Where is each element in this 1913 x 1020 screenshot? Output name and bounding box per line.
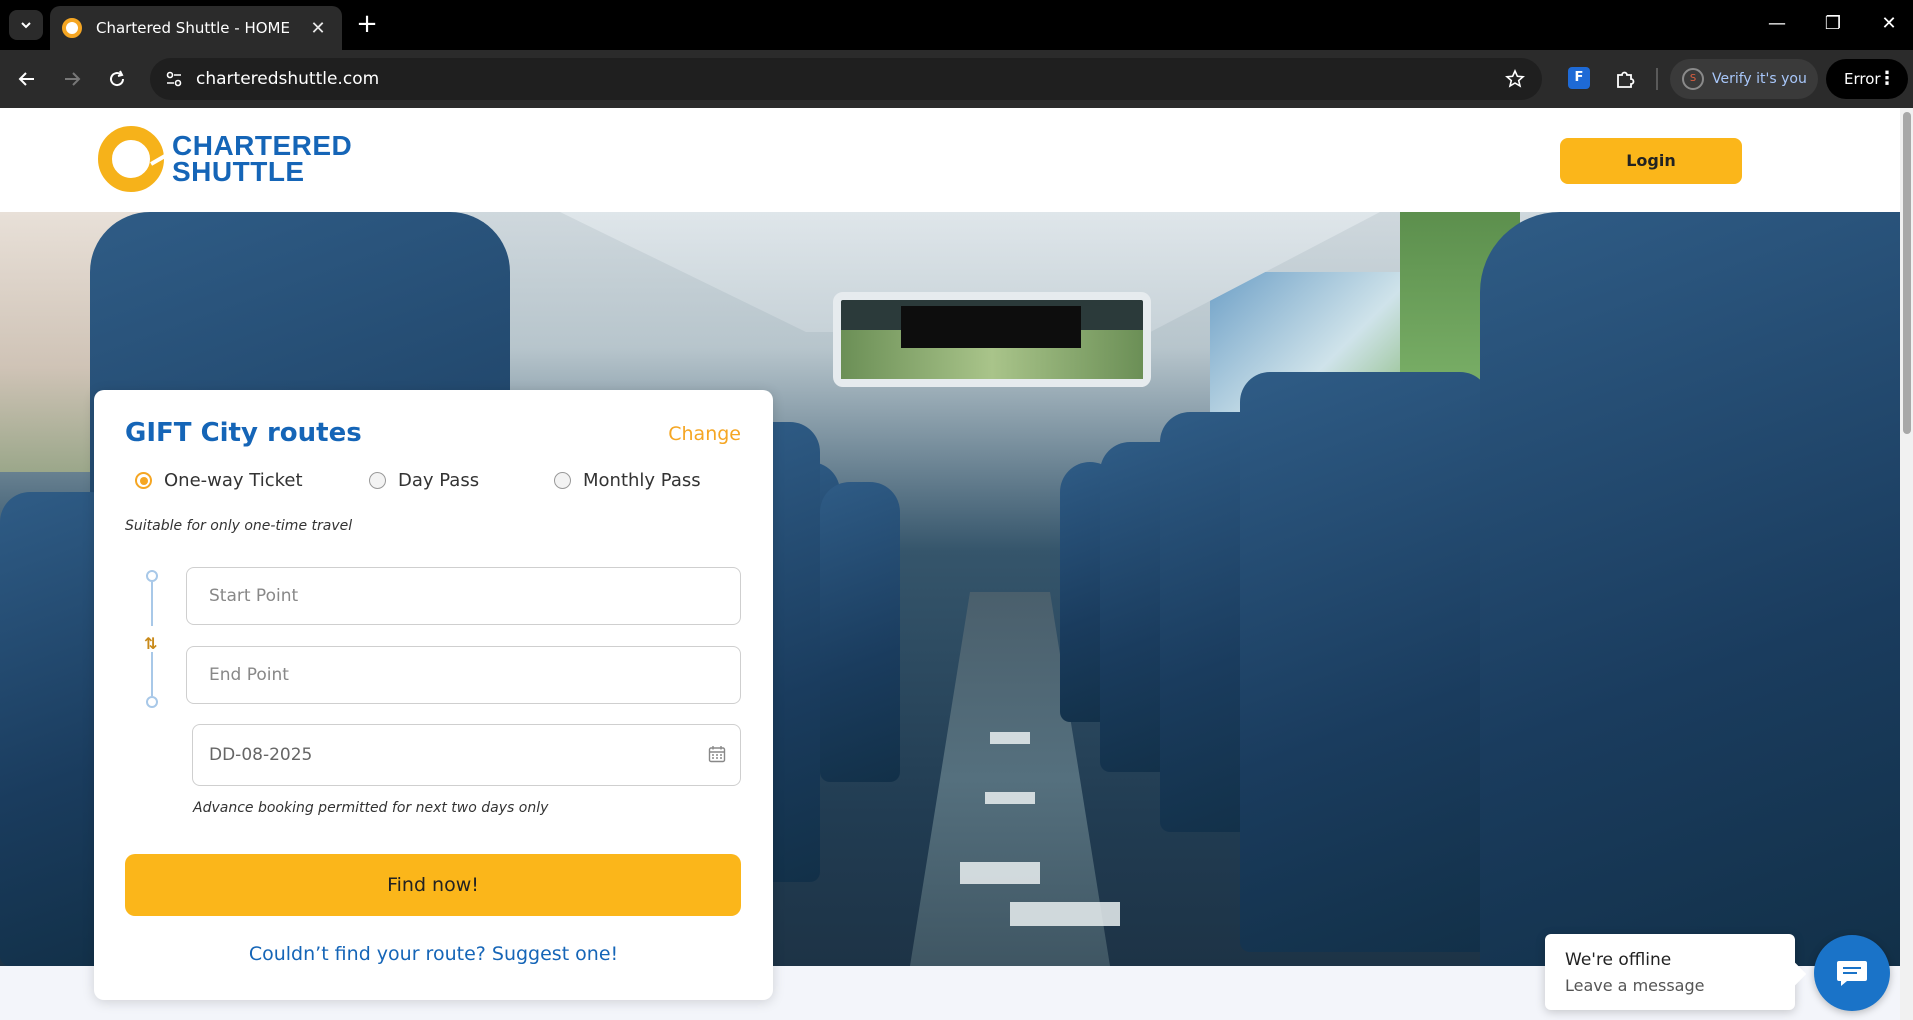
site-logo[interactable]: CHARTERED SHUTTLE (98, 126, 352, 192)
logo-line-2: SHUTTLE (172, 156, 305, 187)
hero-rear-window (833, 292, 1151, 387)
travel-date-input[interactable]: DD-08-2025 (192, 724, 741, 786)
date-hint: Advance booking permitted for next two d… (193, 800, 549, 816)
restore-icon[interactable]: ❐ (1810, 8, 1856, 40)
site-info-icon[interactable] (160, 65, 188, 93)
radio-label: Monthly Pass (583, 470, 701, 491)
logo-text: CHARTERED SHUTTLE (172, 132, 352, 187)
error-label: Error (1844, 70, 1881, 88)
route-booking-card: GIFT City routes Change One-way Ticket D… (94, 390, 773, 1000)
error-menu-button[interactable]: Error ⋮ (1826, 59, 1908, 99)
browser-tab-bar: Chartered Shuttle - HOME ✕ + — ❐ ✕ (0, 0, 1913, 50)
radio-day-pass[interactable]: Day Pass (369, 470, 479, 491)
radio-monthly-pass[interactable]: Monthly Pass (554, 470, 701, 491)
radio-unselected-icon (554, 472, 571, 489)
bookmark-star-icon[interactable] (1502, 66, 1528, 92)
close-tab-icon[interactable]: ✕ (306, 18, 330, 39)
toolbar-separator (1656, 68, 1658, 90)
back-arrow-icon[interactable] (10, 62, 44, 96)
address-bar[interactable]: charteredshuttle.com (150, 58, 1542, 100)
chat-launcher-button[interactable] (1814, 935, 1890, 1011)
new-tab-plus-icon[interactable]: + (352, 10, 382, 40)
find-now-button[interactable]: Find now! (125, 854, 741, 916)
more-vertical-icon: ⋮ (1878, 68, 1896, 89)
forward-arrow-icon[interactable] (55, 62, 89, 96)
ticket-hint: Suitable for only one-time travel (125, 518, 353, 534)
calendar-icon[interactable] (708, 745, 726, 763)
site-header: CHARTERED SHUTTLE Login (0, 108, 1900, 212)
profile-avatar: S (1682, 68, 1704, 90)
route-start-dot-icon (146, 570, 158, 582)
login-button[interactable]: Login (1560, 138, 1742, 184)
minimize-icon[interactable]: — (1754, 8, 1800, 40)
end-point-input[interactable]: End Point (186, 646, 741, 704)
page-viewport: CHARTERED SHUTTLE Login GIFT City routes… (0, 108, 1900, 1020)
route-end-dot-icon (146, 696, 158, 708)
reload-icon[interactable] (100, 62, 134, 96)
extensions-puzzle-icon[interactable] (1610, 64, 1640, 94)
chat-title: We're offline (1565, 950, 1672, 970)
extension-f-icon[interactable]: F (1568, 67, 1590, 89)
booking-card-title: GIFT City routes (125, 418, 362, 448)
tab-list-button[interactable] (9, 10, 43, 40)
radio-one-way[interactable]: One-way Ticket (135, 470, 303, 491)
ticket-type-radio-group: One-way Ticket Day Pass Monthly Pass (125, 470, 745, 500)
logo-ring-icon (98, 126, 164, 192)
radio-selected-icon (135, 472, 152, 489)
browser-toolbar: charteredshuttle.com F S Verify it's you… (0, 50, 1913, 108)
chat-bubble-icon (1837, 961, 1867, 986)
end-point-placeholder: End Point (209, 665, 289, 685)
chat-subtitle: Leave a message (1565, 976, 1705, 995)
tab-title: Chartered Shuttle - HOME (96, 19, 290, 37)
close-window-icon[interactable]: ✕ (1866, 8, 1912, 40)
change-route-link[interactable]: Change (668, 423, 741, 445)
chevron-down-icon (21, 22, 31, 29)
start-point-placeholder: Start Point (209, 586, 299, 606)
browser-tab-active[interactable]: Chartered Shuttle - HOME ✕ (50, 6, 342, 50)
travel-date-value: DD-08-2025 (209, 745, 313, 765)
profile-verify-button[interactable]: S Verify it's you (1670, 59, 1818, 99)
scrollbar-thumb[interactable] (1903, 112, 1911, 434)
swap-points-icon[interactable]: ⇅ (144, 634, 160, 653)
verify-label: Verify it's you (1712, 71, 1807, 87)
suggest-route-link[interactable]: Couldn’t find your route? Suggest one! (94, 943, 773, 965)
chat-offline-bubble[interactable]: We're offline Leave a message (1545, 934, 1807, 1010)
page-scrollbar[interactable] (1900, 108, 1913, 1020)
radio-label: Day Pass (398, 470, 480, 491)
url-text: charteredshuttle.com (196, 69, 380, 89)
site-favicon-icon (62, 18, 82, 38)
radio-label: One-way Ticket (164, 470, 303, 491)
radio-unselected-icon (369, 472, 386, 489)
start-point-input[interactable]: Start Point (186, 567, 741, 625)
